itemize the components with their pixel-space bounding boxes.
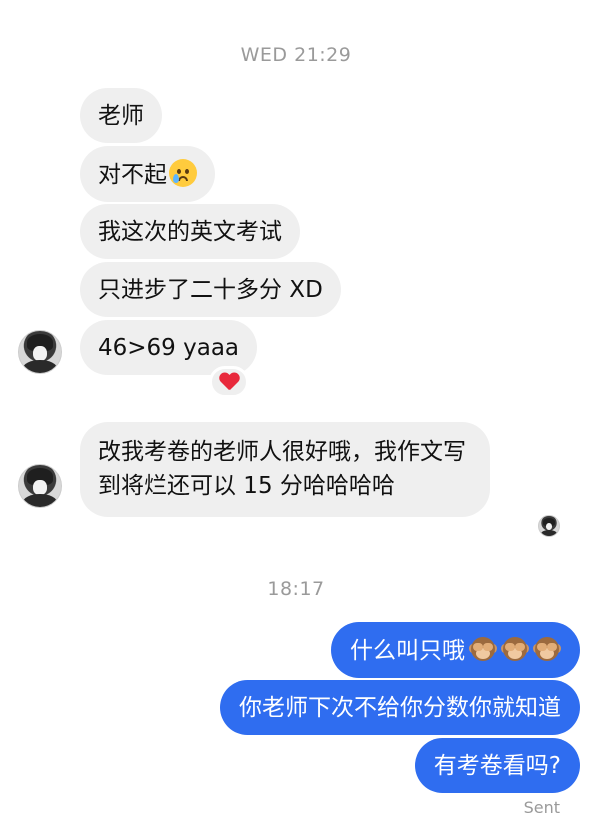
contact-avatar[interactable]	[18, 464, 62, 508]
message-text: 我这次的英文考试	[98, 219, 282, 245]
message-text: 你老师下次不给你分数你就知道	[239, 695, 561, 721]
see-no-evil-monkey-icon	[469, 635, 497, 663]
outgoing-message[interactable]: 有考卷看吗?	[414, 738, 580, 793]
incoming-message[interactable]: 对不起	[80, 146, 215, 202]
outgoing-message[interactable]: 你老师下次不给你分数你就知道	[220, 680, 580, 735]
heart-icon	[219, 373, 239, 391]
message-bubble: 你老师下次不给你分数你就知道	[220, 680, 580, 735]
message-text: 对不起	[98, 162, 167, 188]
incoming-message[interactable]: 老师	[80, 88, 162, 143]
incoming-message[interactable]: 改我考卷的老师人很好哦，我作文写到将烂还可以 15 分哈哈哈哈	[80, 422, 490, 517]
message-bubble: 对不起	[80, 146, 215, 202]
outgoing-message[interactable]: 什么叫只哦	[331, 622, 580, 678]
message-bubble: 只进步了二十多分 XD	[80, 262, 341, 317]
read-receipt-avatar	[538, 515, 560, 537]
message-bubble: 有考卷看吗?	[414, 738, 580, 793]
timestamp-header: 18:17	[267, 578, 325, 600]
reaction-badge[interactable]	[209, 366, 249, 398]
see-no-evil-monkey-icon	[533, 635, 561, 663]
message-bubble: 改我考卷的老师人很好哦，我作文写到将烂还可以 15 分哈哈哈哈	[80, 422, 490, 517]
sent-status: Sent	[523, 798, 560, 816]
message-bubble: 什么叫只哦	[331, 622, 580, 678]
message-text: 改我考卷的老师人很好哦，我作文写到将烂还可以 15 分哈哈哈哈	[98, 439, 466, 499]
message-bubble: 我这次的英文考试	[80, 204, 300, 259]
crying-face-icon	[169, 159, 197, 187]
contact-avatar[interactable]	[18, 330, 62, 374]
message-text: 老师	[98, 103, 144, 129]
message-text: 46>69 yaaa	[98, 335, 240, 361]
message-text: 只进步了二十多分 XD	[98, 277, 323, 303]
incoming-message[interactable]: 我这次的英文考试	[80, 204, 300, 259]
message-bubble: 老师	[80, 88, 162, 143]
message-text: 有考卷看吗?	[433, 753, 561, 779]
incoming-message[interactable]: 只进步了二十多分 XD	[80, 262, 341, 317]
see-no-evil-monkey-icon	[501, 635, 529, 663]
timestamp-header: WED 21:29	[240, 44, 352, 66]
message-text: 什么叫只哦	[350, 638, 465, 664]
